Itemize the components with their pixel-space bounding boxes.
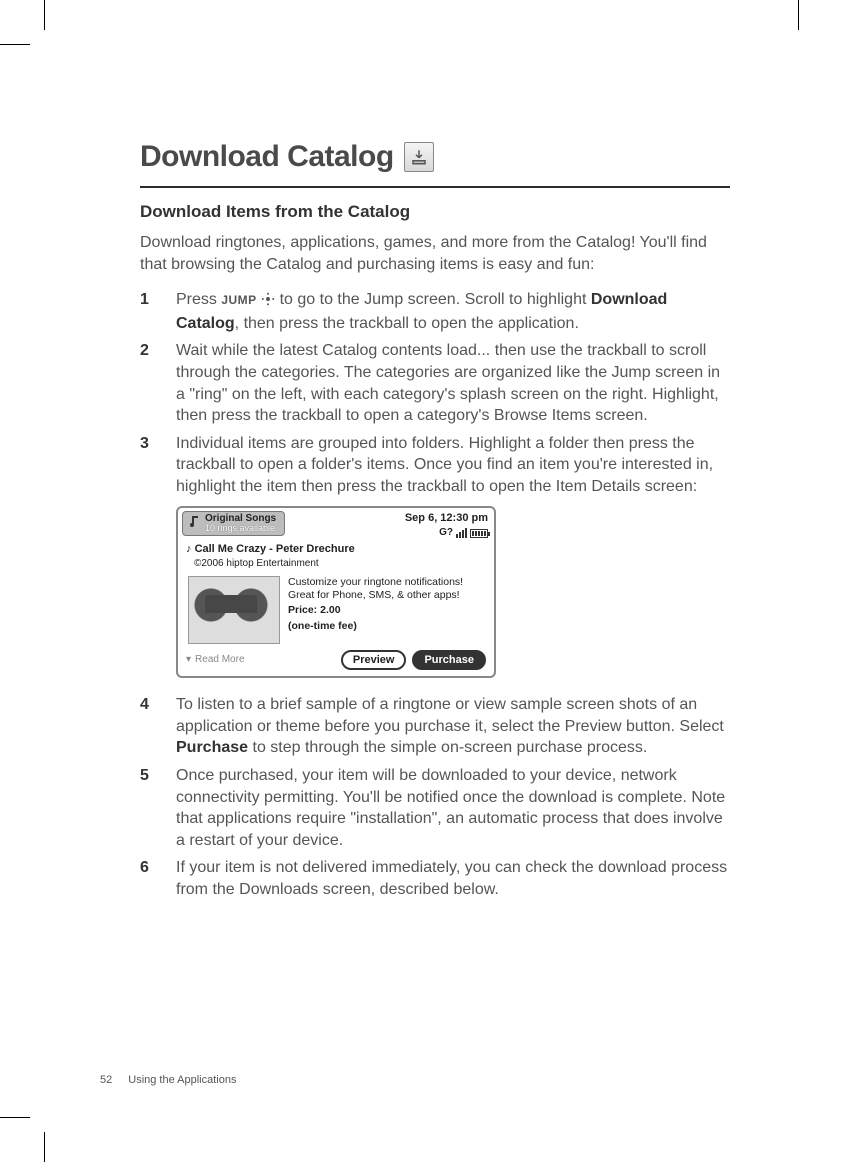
running-foot: Using the Applications (128, 1074, 236, 1086)
item-copyright: ©2006 hiptop Entertainment (178, 557, 494, 573)
step-body: Wait while the latest Catalog contents l… (176, 340, 730, 426)
item-title: Call Me Crazy - Peter Drechure (195, 543, 355, 555)
title-text: Download Catalog (140, 140, 394, 174)
item-description: Customize your ringtone notifications! G… (288, 576, 486, 602)
crop-mark (44, 1132, 45, 1162)
crop-mark (44, 0, 45, 30)
step-body: If your item is not delivered immediatel… (176, 857, 730, 900)
screenshot-bottom-bar: ▾ Read More Preview Purchase (178, 646, 494, 676)
page-content: Download Catalog Download Items from the… (140, 140, 730, 907)
tab-title: Original Songs (205, 513, 276, 524)
catalog-download-icon (404, 142, 434, 172)
step-6: 6 If your item is not delivered immediat… (140, 857, 730, 900)
step-body: To listen to a brief sample of a rington… (176, 694, 730, 759)
step-number: 2 (140, 340, 156, 426)
item-title-row: ♪ Call Me Crazy - Peter Drechure (178, 540, 494, 557)
status-right: Sep 6, 12:30 pm G? (405, 511, 488, 540)
crop-mark (798, 0, 799, 30)
intro-paragraph: Download ringtones, applications, games,… (140, 232, 730, 275)
step-body: Individual items are grouped into folder… (176, 433, 730, 688)
step-number: 3 (140, 433, 156, 688)
item-main-row: Customize your ringtone notifications! G… (178, 572, 494, 646)
step-body: Once purchased, your item will be downlo… (176, 765, 730, 851)
step-2: 2 Wait while the latest Catalog contents… (140, 340, 730, 426)
page-number: 52 (100, 1074, 112, 1086)
item-description-block: Customize your ringtone notifications! G… (288, 576, 486, 644)
page-title: Download Catalog (140, 140, 730, 174)
steps-list: 1 Press JUMP to go to the Jump screen. S… (140, 289, 730, 900)
read-more-link: ▾ Read More (186, 653, 245, 667)
step-3: 3 Individual items are grouped into fold… (140, 433, 730, 688)
music-note-icon: ♪ (186, 543, 192, 555)
item-thumbnail (188, 576, 280, 644)
purchase-label: Purchase (176, 739, 248, 756)
item-price: Price: 2.00 (288, 604, 486, 617)
step-number: 4 (140, 694, 156, 759)
crop-mark (0, 1117, 30, 1118)
jump-key-label: JUMP (221, 293, 256, 307)
page-footer: 52 Using the Applications (100, 1074, 236, 1086)
step-1: 1 Press JUMP to go to the Jump screen. S… (140, 289, 730, 334)
chevron-down-icon: ▾ (186, 653, 191, 667)
battery-icon (470, 529, 488, 538)
step-4: 4 To listen to a brief sample of a ringt… (140, 694, 730, 759)
jump-icon (261, 291, 275, 313)
section-subheading: Download Items from the Catalog (140, 202, 730, 222)
step-number: 1 (140, 289, 156, 334)
step-5: 5 Once purchased, your item will be down… (140, 765, 730, 851)
step-number: 5 (140, 765, 156, 851)
network-type-label: G? (439, 526, 453, 540)
crop-mark (0, 44, 30, 45)
category-tab: Original Songs 10 rings available (182, 511, 285, 537)
preview-button: Preview (341, 650, 407, 670)
purchase-button: Purchase (412, 650, 486, 670)
music-note-icon (187, 514, 201, 531)
signal-bars-icon (456, 528, 467, 538)
clock-label: Sep 6, 12:30 pm (405, 511, 488, 526)
section-rule (140, 186, 730, 188)
item-details-screenshot: Original Songs 10 rings available Sep 6,… (176, 506, 496, 679)
step-body: Press JUMP to go to the Jump screen. Scr… (176, 289, 730, 334)
item-fee-note: (one-time fee) (288, 620, 486, 633)
screenshot-statusbar: Original Songs 10 rings available Sep 6,… (178, 508, 494, 540)
step-number: 6 (140, 857, 156, 900)
tab-subtitle: 10 rings available (205, 524, 276, 534)
